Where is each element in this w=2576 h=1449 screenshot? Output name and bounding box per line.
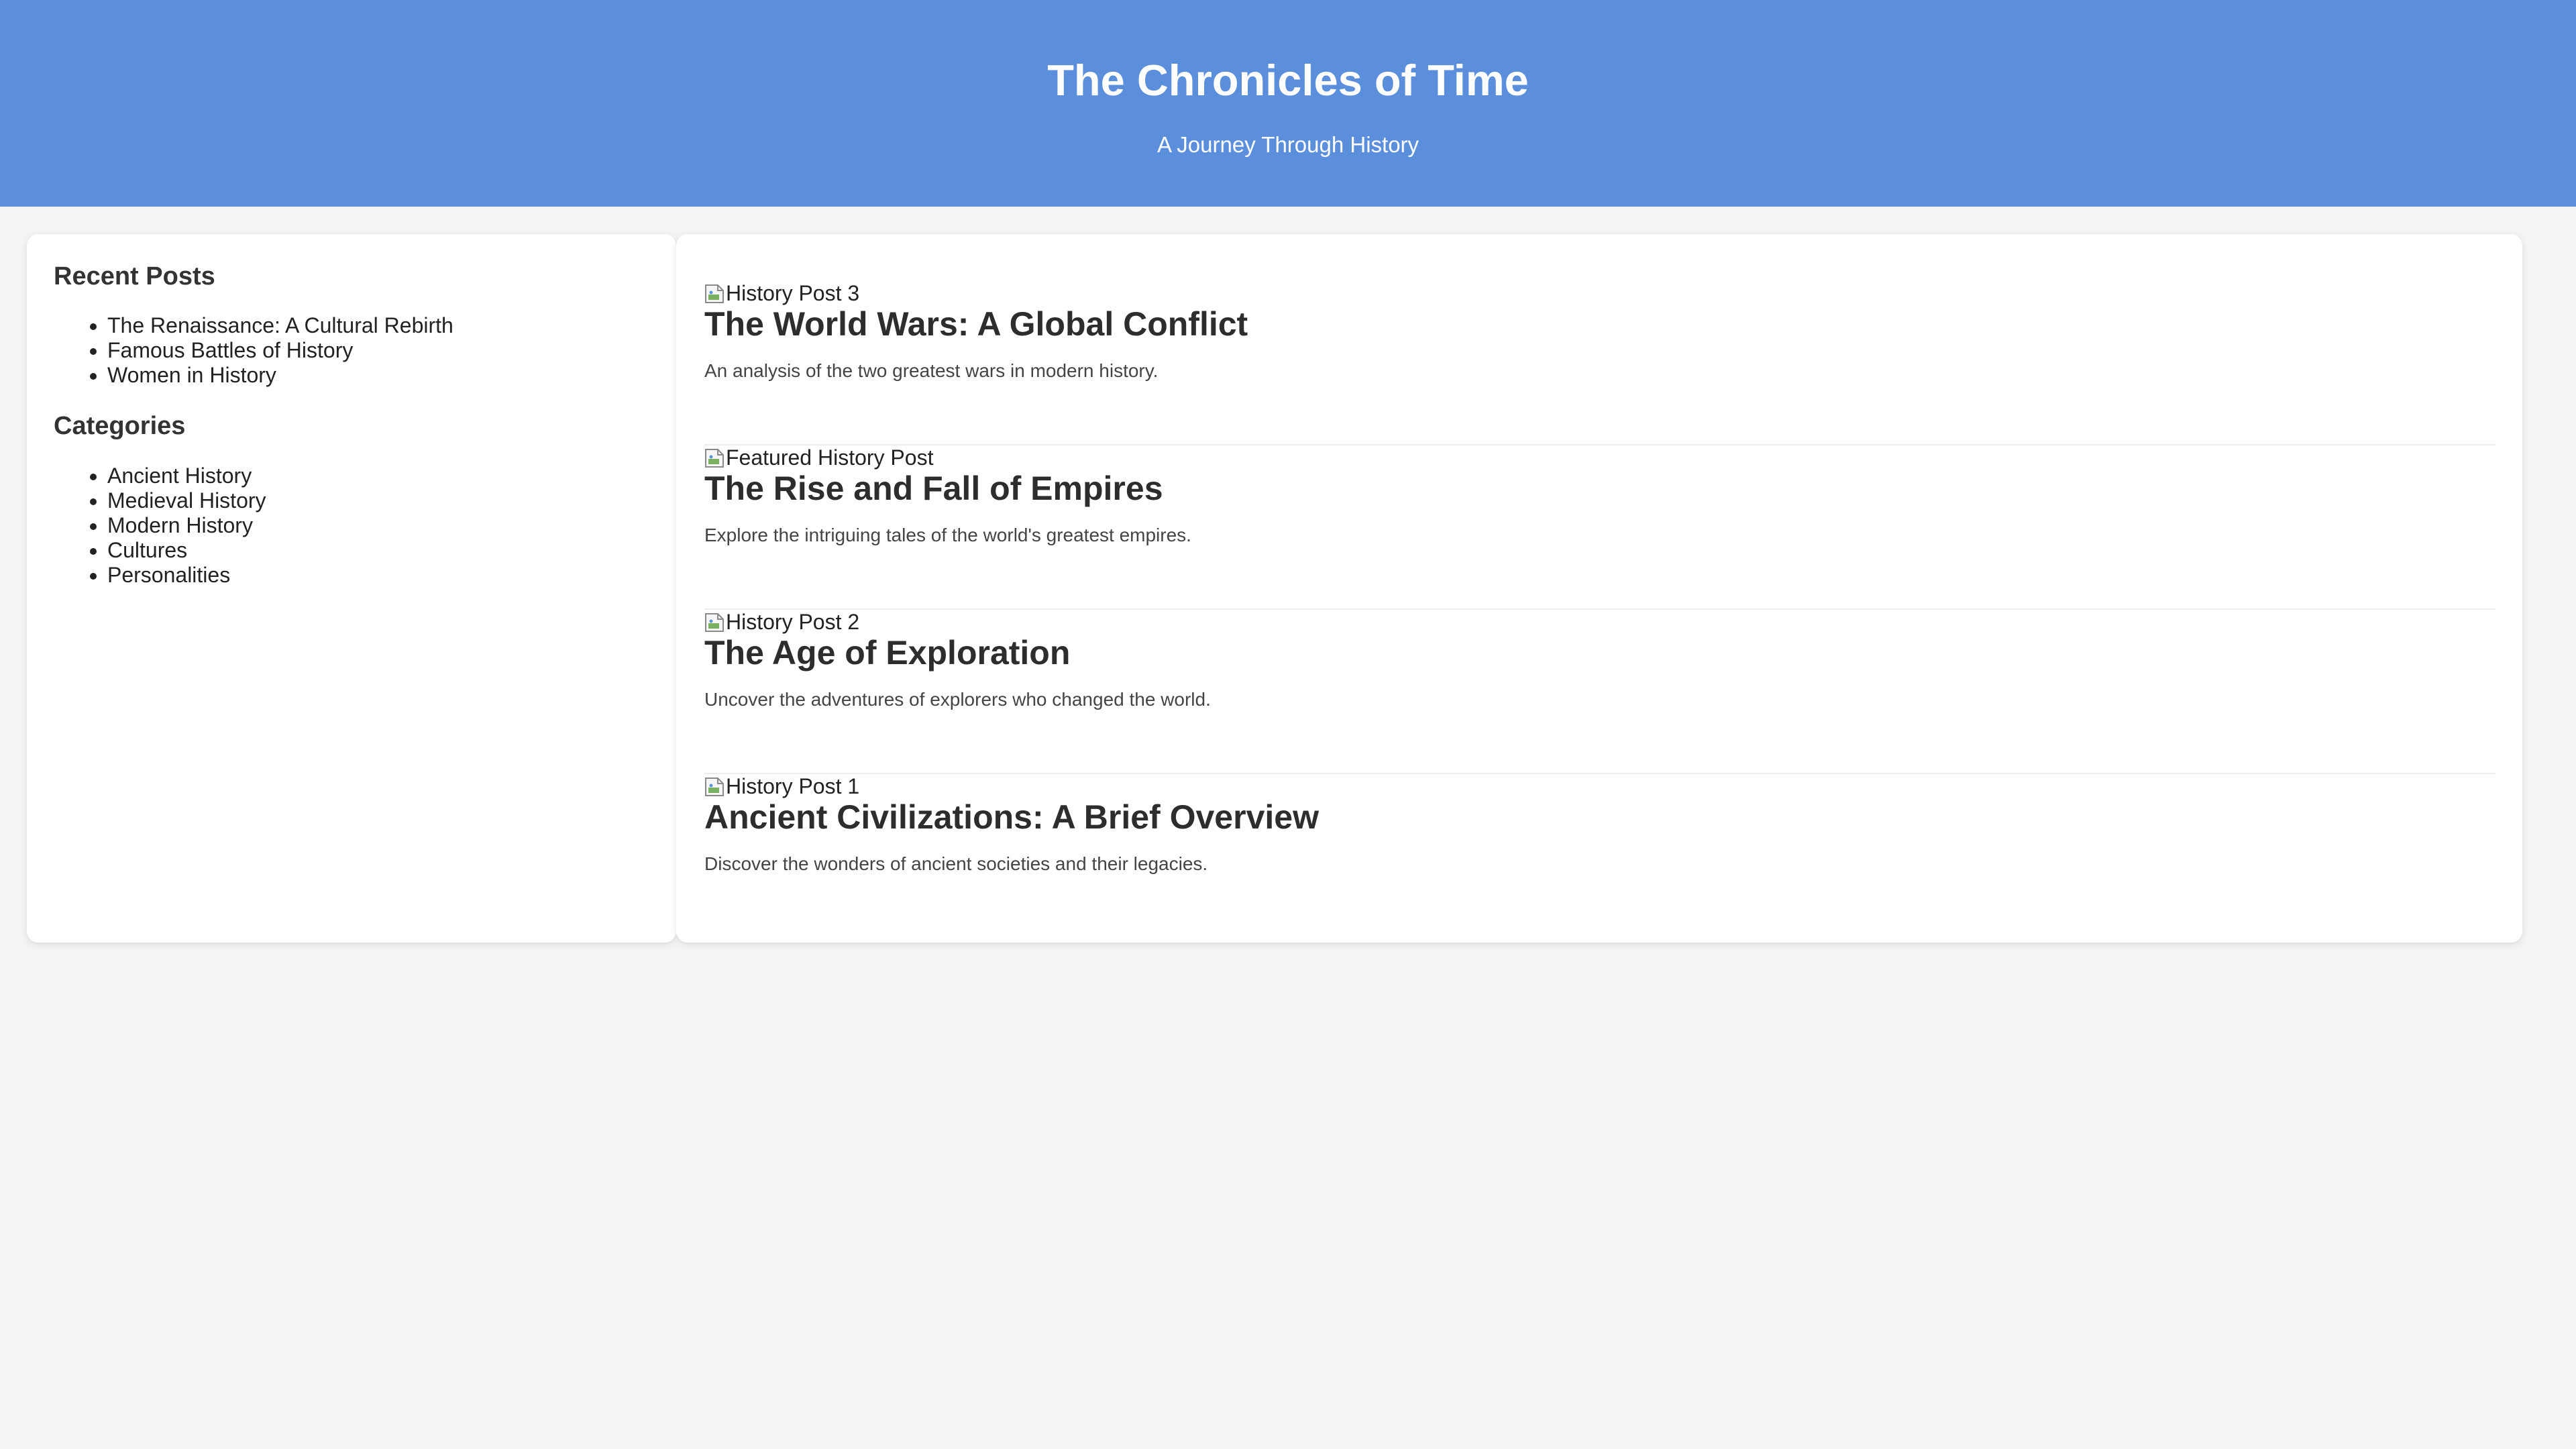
post-title[interactable]: Ancient Civilizations: A Brief Overview [704, 797, 1319, 837]
post-image-alt: Featured History Post [726, 445, 934, 470]
sidebar: Recent Posts The Renaissance: A Cultural… [27, 234, 676, 943]
post-card: Featured History Post The Rise and Fall … [704, 444, 2496, 610]
post-excerpt: Discover the wonders of ancient societie… [704, 853, 1208, 874]
recent-post-item[interactable]: Famous Battles of History [107, 338, 453, 363]
post-image: Featured History Post [704, 444, 933, 471]
post-excerpt: Uncover the adventures of explorers who … [704, 689, 1211, 710]
post-card: History Post 2 The Age of Exploration Un… [704, 608, 2496, 774]
site-title: The Chronicles of Time [1047, 56, 1529, 105]
post-card: History Post 1 Ancient Civilizations: A … [704, 773, 2496, 937]
categories-heading: Categories [54, 412, 186, 440]
post-image: History Post 2 [704, 608, 859, 635]
site-header: The Chronicles of Time A Journey Through… [0, 0, 2576, 207]
recent-post-item[interactable]: The Renaissance: A Cultural Rebirth [107, 313, 453, 338]
recent-posts-list: The Renaissance: A Cultural Rebirth Famo… [54, 313, 453, 388]
post-image-alt: History Post 1 [726, 774, 860, 798]
main-content: History Post 3 The World Wars: A Global … [676, 234, 2522, 943]
post-image: History Post 1 [704, 773, 859, 800]
category-item[interactable]: Personalities [107, 563, 266, 588]
post-title[interactable]: The Age of Exploration [704, 633, 1070, 673]
category-item[interactable]: Medieval History [107, 488, 266, 513]
post-title[interactable]: The Rise and Fall of Empires [704, 468, 1163, 508]
post-card: History Post 3 The World Wars: A Global … [704, 280, 2496, 445]
recent-post-item[interactable]: Women in History [107, 363, 453, 388]
recent-posts-heading: Recent Posts [54, 262, 215, 290]
post-image-alt: History Post 3 [726, 281, 860, 305]
site-tagline: A Journey Through History [1157, 132, 1419, 157]
broken-image-icon [704, 775, 724, 797]
post-image: History Post 3 [704, 280, 859, 307]
broken-image-icon [704, 611, 724, 633]
post-excerpt: An analysis of the two greatest wars in … [704, 360, 1159, 381]
broken-image-icon [704, 282, 724, 304]
category-item[interactable]: Modern History [107, 513, 266, 538]
post-title[interactable]: The World Wars: A Global Conflict [704, 304, 1248, 344]
post-image-alt: History Post 2 [726, 610, 860, 634]
category-item[interactable]: Ancient History [107, 464, 266, 488]
post-excerpt: Explore the intriguing tales of the worl… [704, 525, 1191, 545]
broken-image-icon [704, 447, 724, 468]
categories-list: Ancient History Medieval History Modern … [54, 464, 266, 588]
category-item[interactable]: Cultures [107, 538, 266, 563]
